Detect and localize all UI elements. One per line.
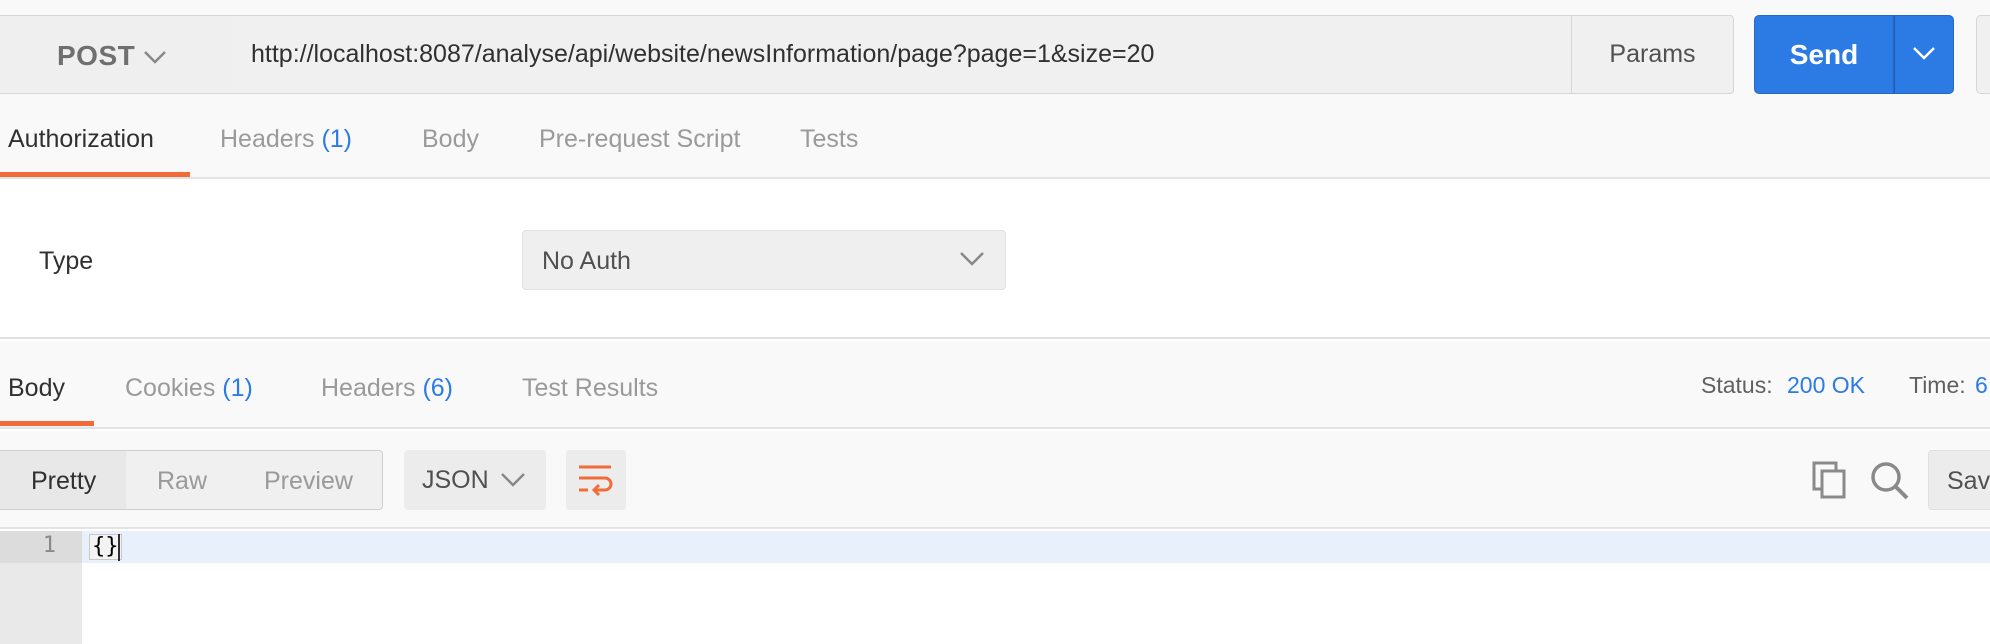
view-raw-button[interactable]: Raw: [157, 467, 207, 496]
method-label: POST: [57, 40, 136, 71]
url-text: http://localhost:8087/analyse/api/websit…: [251, 40, 1155, 68]
tab-body[interactable]: Body: [422, 125, 479, 154]
chevron-down-icon: [960, 252, 984, 266]
wrap-lines-icon: [579, 465, 613, 497]
response-body-editor[interactable]: 1 {}: [0, 531, 1990, 644]
tab-response-body[interactable]: Body: [8, 374, 65, 403]
view-mode-group: Pretty Raw Preview: [0, 450, 383, 510]
request-tabs: Authorization Headers (1) Body Pre-reque…: [0, 95, 1990, 179]
auth-type-label: Type: [39, 247, 94, 275]
authorization-panel: Type No Auth: [0, 179, 1990, 339]
send-button[interactable]: Send: [1754, 15, 1894, 94]
tab-test-results[interactable]: Test Results: [522, 374, 658, 403]
tab-count: (1): [321, 125, 353, 153]
request-bar: POST http://localhost:8087/analyse/api/w…: [0, 0, 1990, 95]
active-tab-indicator: [0, 172, 190, 177]
tab-tests[interactable]: Tests: [800, 125, 858, 154]
chevron-down-icon: [501, 473, 525, 487]
view-preview-button[interactable]: Preview: [264, 467, 353, 496]
status-label: Status:: [1701, 372, 1773, 398]
tab-label: Body: [8, 374, 65, 402]
chevron-down-icon: [144, 51, 166, 64]
tab-label: Headers: [321, 374, 416, 402]
copy-icon[interactable]: [1812, 461, 1848, 499]
search-icon[interactable]: [1870, 461, 1910, 501]
active-tab-indicator: [0, 421, 94, 426]
tab-pre-request-script[interactable]: Pre-request Script: [539, 125, 740, 154]
save-request-button[interactable]: [1976, 15, 1990, 94]
status-value: 200 OK: [1787, 372, 1865, 398]
send-options-button[interactable]: [1894, 15, 1954, 94]
tab-count: (1): [222, 374, 253, 402]
format-value: JSON: [422, 466, 489, 494]
code-line: {}: [89, 534, 122, 560]
params-button[interactable]: Params: [1571, 15, 1734, 94]
tab-label: Cookies: [125, 374, 216, 402]
tab-label: Tests: [800, 125, 859, 153]
save-response-label: Save: [1947, 467, 1990, 495]
time-label: Time:: [1909, 372, 1966, 398]
auth-type-select[interactable]: No Auth: [522, 230, 1006, 290]
time-value: 6: [1975, 372, 1988, 398]
tab-count: (6): [422, 374, 454, 402]
tab-label: Body: [422, 125, 479, 153]
format-select[interactable]: JSON: [404, 450, 546, 510]
save-response-button[interactable]: Save: [1928, 450, 1990, 510]
tab-cookies[interactable]: Cookies (1): [125, 374, 253, 403]
tab-label: Authorization: [8, 125, 154, 153]
text-cursor: [118, 534, 120, 561]
response-toolbar: Pretty Raw Preview JSON Save: [0, 431, 1990, 529]
method-select[interactable]: POST: [0, 15, 232, 94]
tab-label: Headers: [220, 125, 315, 153]
auth-type-value: No Auth: [542, 247, 631, 275]
tab-response-headers[interactable]: Headers (6): [321, 374, 453, 403]
url-input[interactable]: http://localhost:8087/analyse/api/websit…: [231, 15, 1573, 94]
tab-authorization[interactable]: Authorization: [8, 125, 154, 154]
view-pretty-button[interactable]: Pretty: [31, 467, 96, 496]
active-line-highlight: [82, 531, 1990, 563]
wrap-lines-button[interactable]: [566, 450, 626, 510]
response-tabs: Body Cookies (1) Headers (6) Test Result…: [0, 341, 1990, 429]
line-number: 1: [42, 533, 56, 558]
chevron-down-icon: [1913, 47, 1935, 60]
tab-label: Test Results: [522, 374, 659, 402]
tab-label: Pre-request Script: [539, 125, 741, 153]
tab-headers[interactable]: Headers (1): [220, 125, 352, 154]
